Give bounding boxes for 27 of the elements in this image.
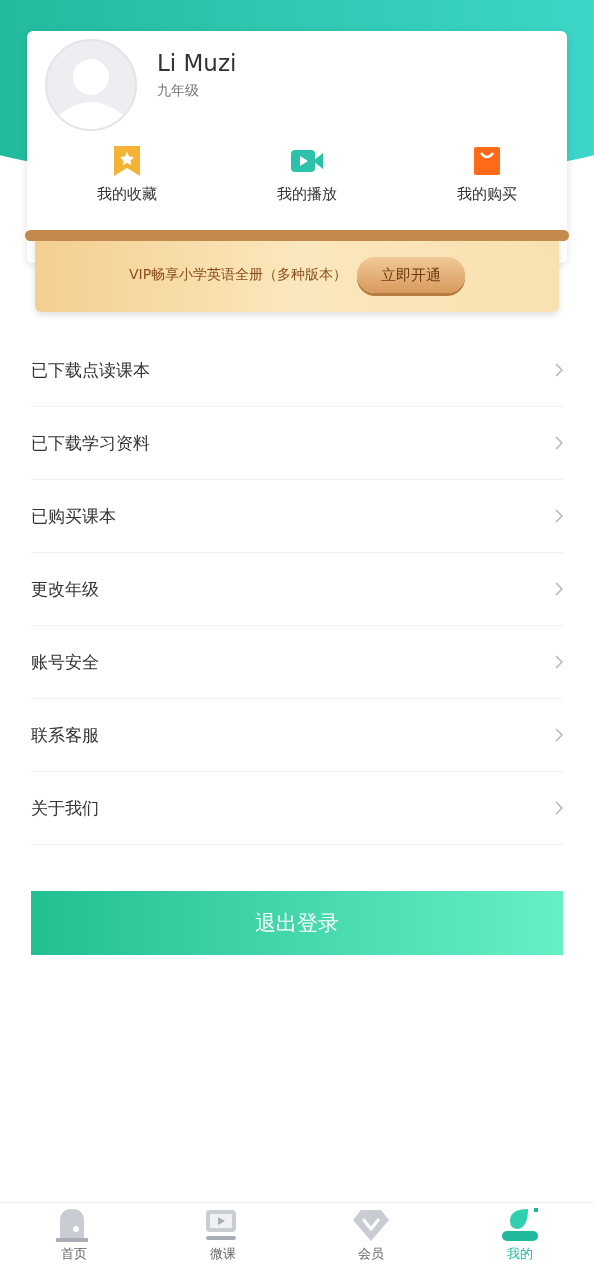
chevron-icon	[555, 801, 563, 815]
tab[interactable]: 首页	[34, 1207, 115, 1276]
menu-item[interactable]: 已下载学习资料	[31, 407, 563, 480]
vip-promo-text: VIP畅享小学英语全册（多种版本）	[128, 266, 348, 284]
menu-item[interactable]: 更改年级	[31, 553, 563, 626]
menu-item[interactable]: 联系客服	[31, 699, 563, 772]
chevron-icon	[555, 363, 563, 377]
shortcut-button[interactable]: 我的播放	[263, 145, 351, 204]
menu-item[interactable]: 已下载点读课本	[31, 334, 563, 407]
chevron-icon	[555, 509, 563, 523]
chevron-icon	[555, 582, 563, 596]
shortcut-button[interactable]: 我的购买	[443, 145, 531, 204]
shopping-bag-icon	[474, 145, 500, 177]
menu-item[interactable]: 账号安全	[31, 626, 563, 699]
avatar[interactable]	[45, 39, 137, 131]
menu-item[interactable]: 关于我们	[31, 772, 563, 845]
tab[interactable]: 会员	[331, 1207, 412, 1276]
shortcut-button[interactable]: 我的收藏	[83, 145, 171, 204]
chevron-icon	[555, 728, 563, 742]
bookmark-icon	[114, 145, 140, 177]
user-name: Li Muzi	[157, 50, 237, 76]
menu-item[interactable]: 已购买课本	[31, 480, 563, 553]
chevron-icon	[555, 655, 563, 669]
user-grade: 九年级	[157, 82, 200, 100]
chevron-icon	[555, 436, 563, 450]
tab[interactable]: 微课	[182, 1207, 263, 1276]
activate-button[interactable]: 立即开通	[357, 257, 466, 293]
